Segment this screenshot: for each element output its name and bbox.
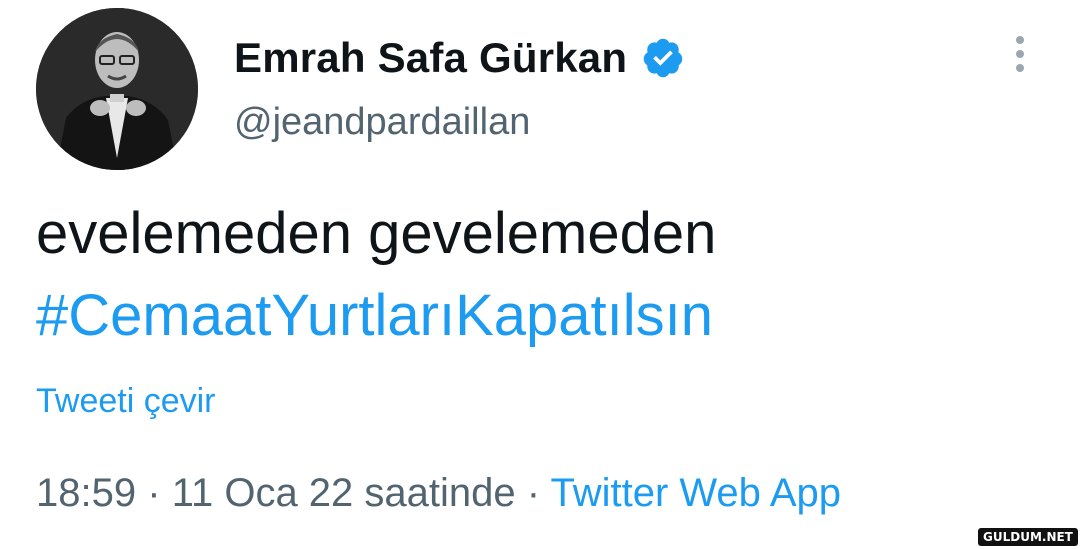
tweet-meta: 18:59 · 11 Oca 22 saatinde · Twitter Web… <box>36 471 841 516</box>
translate-tweet-link[interactable]: Tweeti çevir <box>36 382 216 421</box>
avatar[interactable] <box>36 8 198 170</box>
tweet-time[interactable]: 18:59 <box>36 471 136 515</box>
more-options-icon[interactable] <box>1008 36 1032 76</box>
author-handle[interactable]: @jeandpardaillan <box>234 101 530 144</box>
tweet-date[interactable]: 11 Oca 22 saatinde <box>172 471 516 515</box>
verified-badge-icon <box>641 36 685 80</box>
tweet-source-link[interactable]: Twitter Web App <box>550 471 841 515</box>
meta-separator: · <box>526 471 541 515</box>
author-display-name[interactable]: Emrah Safa Gürkan <box>234 34 627 82</box>
tweet-text: evelemeden gevelemeden <box>36 201 717 266</box>
author-name-row[interactable]: Emrah Safa Gürkan <box>234 34 685 82</box>
profile-photo-icon <box>36 8 198 170</box>
hashtag-link[interactable]: #CemaatYurtlarıKapatılsın <box>36 281 713 351</box>
meta-separator: · <box>147 471 161 515</box>
watermark: GULDUM.NET <box>978 528 1078 546</box>
